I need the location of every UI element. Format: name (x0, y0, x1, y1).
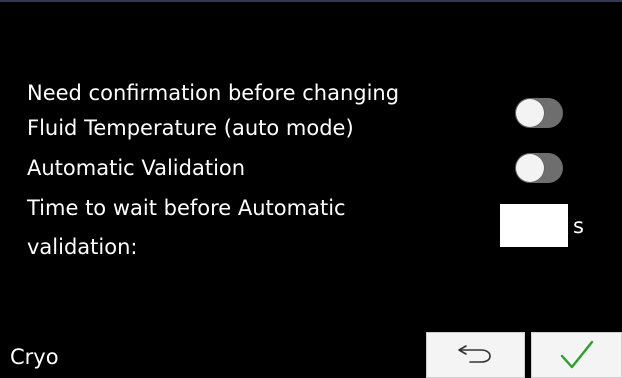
toggle-knob (516, 99, 544, 127)
confirm-before-change-toggle[interactable] (515, 98, 563, 128)
confirm-setting-label-line2: Fluid Temperature (auto mode) (27, 116, 354, 140)
screen-name-label: Cryo (10, 345, 59, 369)
toggle-knob (516, 154, 544, 182)
checkmark-icon (560, 340, 593, 369)
wait-time-unit: s (573, 214, 584, 238)
wait-time-label-line2: validation: (27, 235, 138, 259)
return-arrow-icon (457, 345, 491, 363)
wait-time-input[interactable] (500, 204, 568, 247)
auto-validation-toggle[interactable] (515, 153, 563, 183)
confirm-button[interactable] (531, 332, 622, 378)
wait-time-label-line1: Time to wait before Automatic (27, 196, 346, 220)
auto-validation-label: Automatic Validation (27, 156, 246, 180)
confirm-setting-label-line1: Need confirmation before changing (27, 81, 400, 105)
back-button[interactable] (426, 332, 525, 378)
settings-screen: Need confirmation before changing Fluid … (0, 2, 622, 378)
